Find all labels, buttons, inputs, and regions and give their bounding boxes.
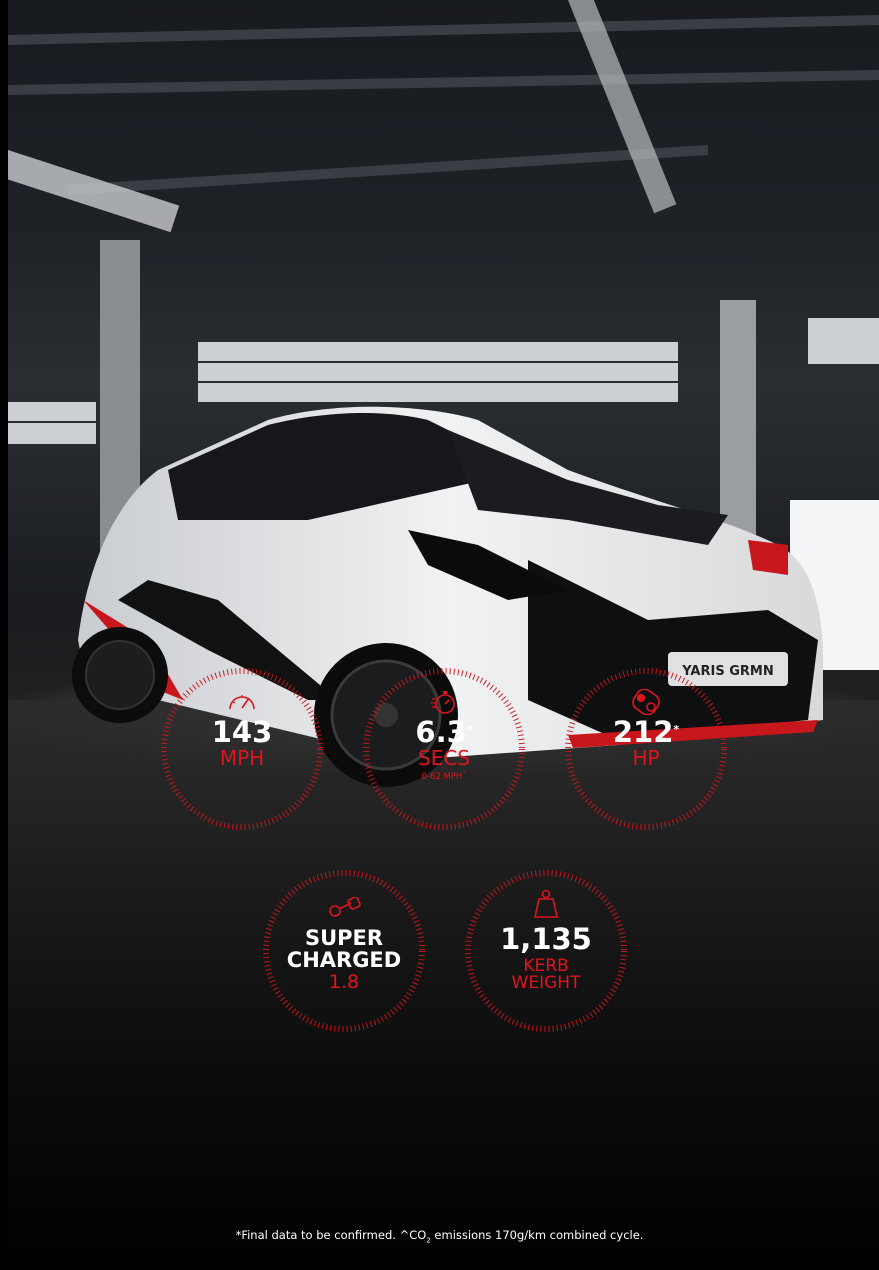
stat-horsepower: 212* HP (564, 667, 728, 831)
engine-belt-icon (632, 689, 660, 715)
weight-icon (534, 889, 558, 918)
stat-kerb-weight: 1,135 KERB WEIGHT (464, 869, 628, 1033)
ceiling-beams (8, 15, 879, 195)
acceleration-unit: SECS (418, 746, 470, 770)
stopwatch-icon (431, 691, 455, 714)
engine-displacement: 1.8 (328, 971, 360, 993)
stat-top-speed: 143 MPH (160, 667, 324, 831)
garage-scene-illustration: YARIS GRMN (8, 0, 879, 1270)
horsepower-asterisk: * (673, 723, 680, 736)
horsepower-value: 212* (612, 715, 680, 749)
acceleration-value: 6.3* (415, 715, 473, 749)
top-speed-unit: MPH (219, 746, 265, 770)
stat-engine: SUPER CHARGED 1.8 (262, 869, 426, 1033)
piston-icon (329, 897, 361, 917)
stat-acceleration: 6.3* SECS 0-62 MPH^ (362, 667, 526, 831)
engine-label: SUPER CHARGED (286, 926, 402, 972)
acceleration-subtext: 0-62 MPH^ (421, 771, 467, 782)
footnote: *Final data to be confirmed. ^CO2 emissi… (235, 1228, 644, 1245)
kerb-weight-value: 1,135 (500, 922, 592, 956)
speedometer-icon (229, 695, 255, 710)
hero-image: YARIS GRMN (8, 0, 879, 1270)
top-speed-value: 143 (211, 715, 273, 749)
kerb-weight-label: KERB WEIGHT (511, 956, 581, 993)
horsepower-unit: HP (632, 746, 660, 770)
acceleration-asterisk: * (466, 723, 473, 736)
